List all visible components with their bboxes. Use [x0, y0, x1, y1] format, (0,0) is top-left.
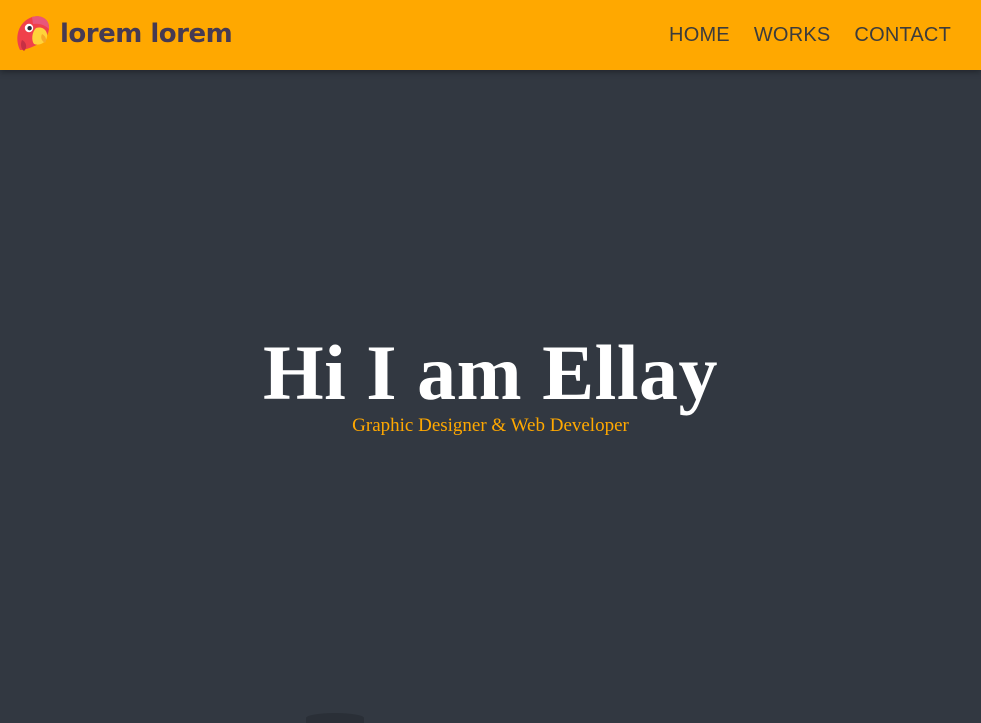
brand-logo-link[interactable]: lorem lorem	[12, 14, 233, 54]
top-navbar: lorem lorem HOME WORKS CONTACT	[0, 0, 981, 70]
hero-title: Hi I am Ellay	[262, 329, 719, 416]
nav-contact-link[interactable]: CONTACT	[854, 24, 951, 47]
main-nav: HOME WORKS CONTACT	[669, 0, 951, 70]
scroll-indicator[interactable]	[306, 713, 364, 723]
nav-works-link[interactable]: WORKS	[754, 24, 831, 47]
parrot-logo-icon	[17, 16, 50, 51]
hero-subtitle: Graphic Designer & Web Developer	[352, 415, 629, 436]
hero-section: Hi I am Ellay Graphic Designer & Web Dev…	[0, 70, 981, 723]
nav-home-link[interactable]: HOME	[669, 24, 730, 47]
brand-name: lorem lorem	[60, 19, 233, 49]
